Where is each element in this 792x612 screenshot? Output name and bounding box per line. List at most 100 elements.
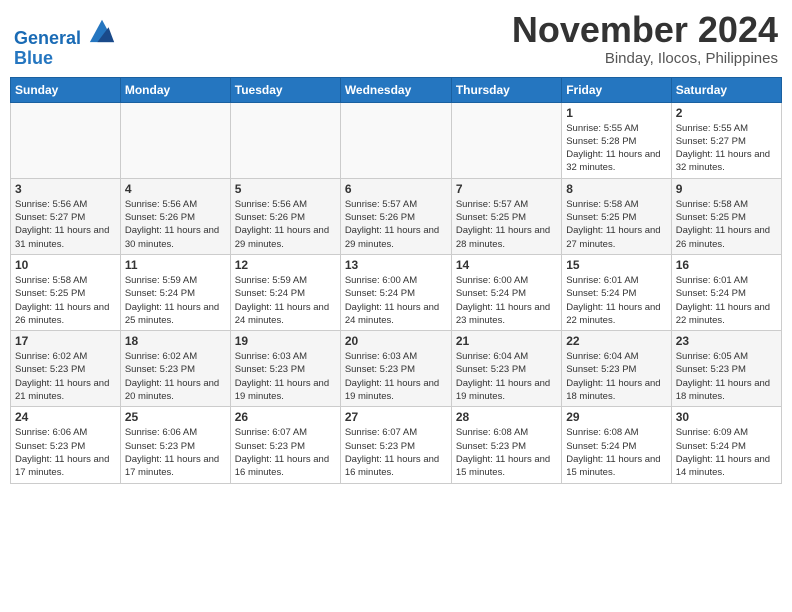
calendar-cell: 5 Sunrise: 5:56 AM Sunset: 5:26 PM Daylig…: [230, 178, 340, 254]
day-info: Sunrise: 5:57 AM Sunset: 5:26 PM Dayligh…: [345, 198, 447, 251]
calendar-cell: 27 Sunrise: 6:07 AM Sunset: 5:23 PM Dayli…: [340, 407, 451, 483]
day-info: Sunrise: 6:04 AM Sunset: 5:23 PM Dayligh…: [566, 350, 666, 403]
weekday-header: Friday: [562, 77, 671, 102]
day-info: Sunrise: 6:08 AM Sunset: 5:24 PM Dayligh…: [566, 426, 666, 479]
page-header: General Blue November 2024 Binday, Iloco…: [10, 10, 782, 69]
day-info: Sunrise: 6:01 AM Sunset: 5:24 PM Dayligh…: [566, 274, 666, 327]
calendar-cell: 7 Sunrise: 5:57 AM Sunset: 5:25 PM Daylig…: [451, 178, 561, 254]
weekday-header: Wednesday: [340, 77, 451, 102]
day-number: 13: [345, 258, 447, 272]
day-info: Sunrise: 6:03 AM Sunset: 5:23 PM Dayligh…: [345, 350, 447, 403]
day-info: Sunrise: 5:56 AM Sunset: 5:26 PM Dayligh…: [235, 198, 336, 251]
day-info: Sunrise: 5:58 AM Sunset: 5:25 PM Dayligh…: [15, 274, 116, 327]
calendar-cell: 26 Sunrise: 6:07 AM Sunset: 5:23 PM Dayli…: [230, 407, 340, 483]
day-number: 27: [345, 410, 447, 424]
day-info: Sunrise: 6:00 AM Sunset: 5:24 PM Dayligh…: [456, 274, 557, 327]
day-number: 6: [345, 182, 447, 196]
calendar-cell: 13 Sunrise: 6:00 AM Sunset: 5:24 PM Dayli…: [340, 254, 451, 330]
calendar-week-row: 17Sunrise: 6:02 AM Sunset: 5:23 PM Dayli…: [11, 331, 782, 407]
day-info: Sunrise: 5:56 AM Sunset: 5:26 PM Dayligh…: [125, 198, 226, 251]
day-info: Sunrise: 6:02 AM Sunset: 5:23 PM Dayligh…: [15, 350, 116, 403]
calendar-cell: 17Sunrise: 6:02 AM Sunset: 5:23 PM Dayli…: [11, 331, 121, 407]
calendar-table: SundayMondayTuesdayWednesdayThursdayFrid…: [10, 77, 782, 484]
day-info: Sunrise: 5:55 AM Sunset: 5:27 PM Dayligh…: [676, 122, 777, 175]
logo-general: General: [14, 28, 81, 48]
day-info: Sunrise: 6:05 AM Sunset: 5:23 PM Dayligh…: [676, 350, 777, 403]
weekday-header: Saturday: [671, 77, 781, 102]
calendar-cell: 8Sunrise: 5:58 AM Sunset: 5:25 PM Daylig…: [562, 178, 671, 254]
calendar-cell: 21 Sunrise: 6:04 AM Sunset: 5:23 PM Dayli…: [451, 331, 561, 407]
day-info: Sunrise: 5:57 AM Sunset: 5:25 PM Dayligh…: [456, 198, 557, 251]
day-info: Sunrise: 5:58 AM Sunset: 5:25 PM Dayligh…: [676, 198, 777, 251]
day-info: Sunrise: 6:09 AM Sunset: 5:24 PM Dayligh…: [676, 426, 777, 479]
calendar-cell: 3 Sunrise: 5:56 AM Sunset: 5:27 PM Daylig…: [11, 178, 121, 254]
day-number: 1: [566, 106, 666, 120]
calendar-week-row: 3 Sunrise: 5:56 AM Sunset: 5:27 PM Daylig…: [11, 178, 782, 254]
calendar-cell: 9Sunrise: 5:58 AM Sunset: 5:25 PM Daylig…: [671, 178, 781, 254]
calendar-cell: 6 Sunrise: 5:57 AM Sunset: 5:26 PM Daylig…: [340, 178, 451, 254]
calendar-cell: 28 Sunrise: 6:08 AM Sunset: 5:23 PM Dayli…: [451, 407, 561, 483]
logo-text: General: [14, 16, 116, 49]
day-info: Sunrise: 6:06 AM Sunset: 5:23 PM Dayligh…: [125, 426, 226, 479]
calendar-cell: 11Sunrise: 5:59 AM Sunset: 5:24 PM Dayli…: [120, 254, 230, 330]
day-number: 2: [676, 106, 777, 120]
day-number: 29: [566, 410, 666, 424]
logo-icon: [88, 16, 116, 44]
day-number: 21: [456, 334, 557, 348]
day-number: 30: [676, 410, 777, 424]
day-info: Sunrise: 6:07 AM Sunset: 5:23 PM Dayligh…: [235, 426, 336, 479]
day-info: Sunrise: 6:00 AM Sunset: 5:24 PM Dayligh…: [345, 274, 447, 327]
calendar-cell: 22Sunrise: 6:04 AM Sunset: 5:23 PM Dayli…: [562, 331, 671, 407]
day-info: Sunrise: 6:01 AM Sunset: 5:24 PM Dayligh…: [676, 274, 777, 327]
day-number: 20: [345, 334, 447, 348]
calendar-cell: 10Sunrise: 5:58 AM Sunset: 5:25 PM Dayli…: [11, 254, 121, 330]
day-info: Sunrise: 6:06 AM Sunset: 5:23 PM Dayligh…: [15, 426, 116, 479]
calendar-cell: 4Sunrise: 5:56 AM Sunset: 5:26 PM Daylig…: [120, 178, 230, 254]
day-info: Sunrise: 5:56 AM Sunset: 5:27 PM Dayligh…: [15, 198, 116, 251]
day-number: 25: [125, 410, 226, 424]
day-number: 23: [676, 334, 777, 348]
day-info: Sunrise: 6:04 AM Sunset: 5:23 PM Dayligh…: [456, 350, 557, 403]
day-number: 11: [125, 258, 226, 272]
day-info: Sunrise: 6:03 AM Sunset: 5:23 PM Dayligh…: [235, 350, 336, 403]
calendar-cell: 14 Sunrise: 6:00 AM Sunset: 5:24 PM Dayli…: [451, 254, 561, 330]
day-info: Sunrise: 6:02 AM Sunset: 5:23 PM Dayligh…: [125, 350, 226, 403]
logo: General Blue: [14, 16, 116, 69]
day-number: 14: [456, 258, 557, 272]
calendar-cell: 30 Sunrise: 6:09 AM Sunset: 5:24 PM Dayli…: [671, 407, 781, 483]
day-info: Sunrise: 5:59 AM Sunset: 5:24 PM Dayligh…: [235, 274, 336, 327]
weekday-header: Monday: [120, 77, 230, 102]
day-number: 26: [235, 410, 336, 424]
calendar-cell: [11, 102, 121, 178]
day-number: 5: [235, 182, 336, 196]
calendar-cell: [230, 102, 340, 178]
day-info: Sunrise: 5:58 AM Sunset: 5:25 PM Dayligh…: [566, 198, 666, 251]
calendar-week-row: 1 Sunrise: 5:55 AM Sunset: 5:28 PM Daylig…: [11, 102, 782, 178]
day-info: Sunrise: 6:08 AM Sunset: 5:23 PM Dayligh…: [456, 426, 557, 479]
weekday-header: Thursday: [451, 77, 561, 102]
title-block: November 2024 Binday, Ilocos, Philippine…: [512, 10, 778, 67]
day-number: 24: [15, 410, 116, 424]
calendar-cell: 1 Sunrise: 5:55 AM Sunset: 5:28 PM Daylig…: [562, 102, 671, 178]
calendar-cell: 24 Sunrise: 6:06 AM Sunset: 5:23 PM Dayli…: [11, 407, 121, 483]
calendar-cell: 18Sunrise: 6:02 AM Sunset: 5:23 PM Dayli…: [120, 331, 230, 407]
month-title: November 2024: [512, 10, 778, 50]
calendar-week-row: 10Sunrise: 5:58 AM Sunset: 5:25 PM Dayli…: [11, 254, 782, 330]
calendar-cell: 29 Sunrise: 6:08 AM Sunset: 5:24 PM Dayli…: [562, 407, 671, 483]
location-subtitle: Binday, Ilocos, Philippines: [512, 50, 778, 67]
calendar-cell: 2 Sunrise: 5:55 AM Sunset: 5:27 PM Daylig…: [671, 102, 781, 178]
day-info: Sunrise: 6:07 AM Sunset: 5:23 PM Dayligh…: [345, 426, 447, 479]
calendar-cell: 19Sunrise: 6:03 AM Sunset: 5:23 PM Dayli…: [230, 331, 340, 407]
day-number: 3: [15, 182, 116, 196]
day-info: Sunrise: 5:55 AM Sunset: 5:28 PM Dayligh…: [566, 122, 666, 175]
calendar-cell: [120, 102, 230, 178]
calendar-cell: [340, 102, 451, 178]
day-number: 12: [235, 258, 336, 272]
day-number: 28: [456, 410, 557, 424]
calendar-cell: 16Sunrise: 6:01 AM Sunset: 5:24 PM Dayli…: [671, 254, 781, 330]
logo-blue: Blue: [14, 49, 116, 69]
calendar-cell: 12 Sunrise: 5:59 AM Sunset: 5:24 PM Dayli…: [230, 254, 340, 330]
calendar-week-row: 24 Sunrise: 6:06 AM Sunset: 5:23 PM Dayli…: [11, 407, 782, 483]
day-number: 7: [456, 182, 557, 196]
calendar-cell: [451, 102, 561, 178]
